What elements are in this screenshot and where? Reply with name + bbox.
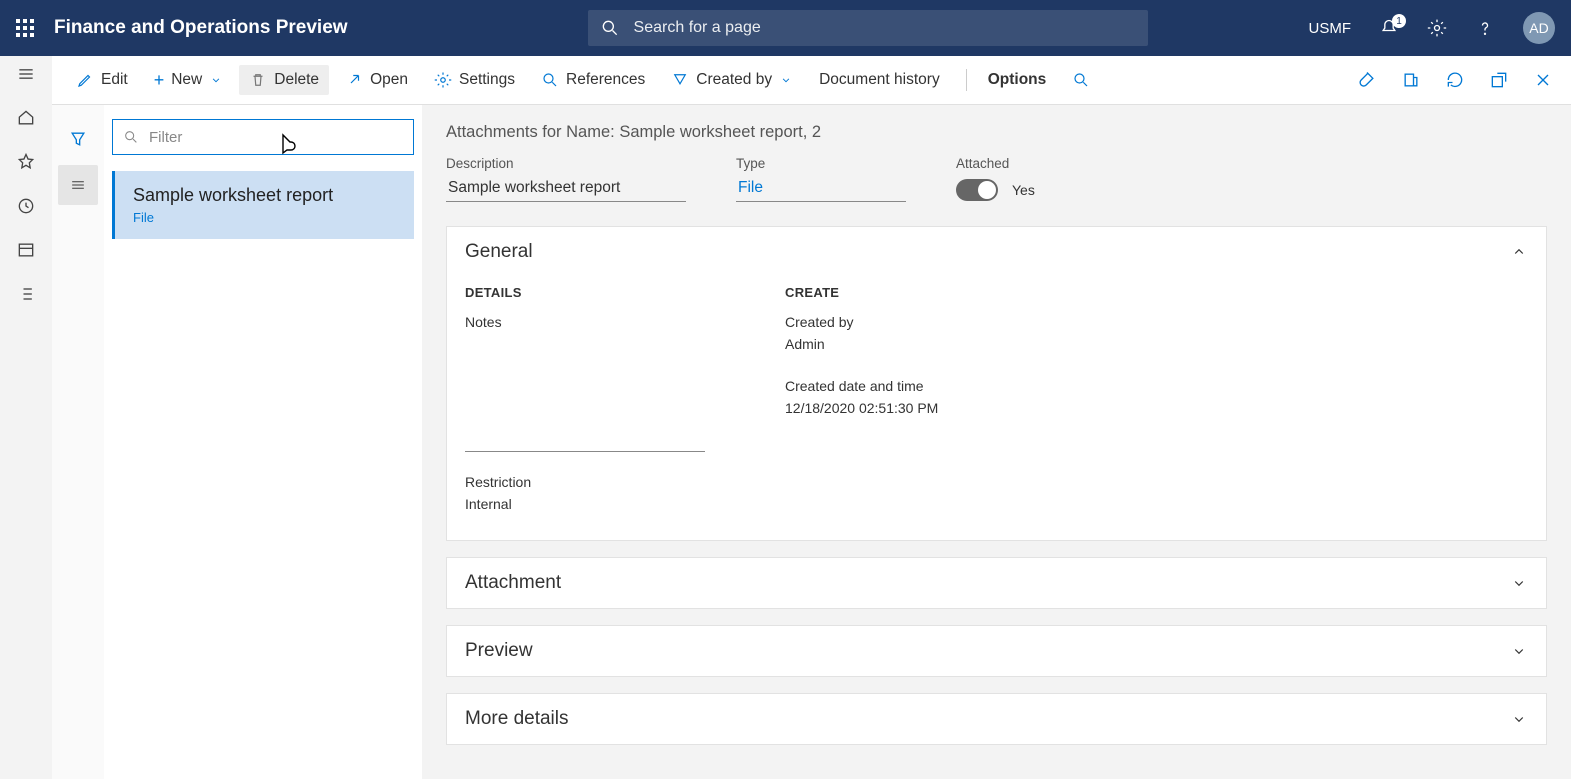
created-by-label: Created by (785, 314, 1015, 330)
action-bar: Edit + New Delete Open Settings Refer (52, 56, 1571, 105)
list-view-button[interactable] (58, 165, 98, 205)
list-filter[interactable] (112, 119, 414, 155)
view-strip (52, 105, 104, 779)
section-more-details-header[interactable]: More details (447, 694, 1546, 744)
notification-badge: 1 (1392, 14, 1406, 28)
section-general-header[interactable]: General (447, 227, 1546, 277)
references-label: References (566, 71, 645, 89)
list-filter-input[interactable] (147, 128, 403, 147)
workspace-icon[interactable] (16, 240, 36, 260)
company-code[interactable]: USMF (1309, 20, 1352, 37)
open-button[interactable]: Open (335, 65, 418, 95)
new-label: New (171, 71, 202, 89)
modules-icon[interactable] (16, 284, 36, 304)
edit-label: Edit (101, 71, 128, 89)
section-more-title: More details (465, 708, 569, 730)
created-dt-label: Created date and time (785, 378, 1015, 394)
attached-label: Attached (956, 156, 1035, 171)
record-list: Sample worksheet report File (104, 105, 422, 779)
filter-view-button[interactable] (58, 119, 98, 159)
section-attachment-title: Attachment (465, 572, 561, 594)
options-button[interactable]: Options (956, 63, 1057, 97)
chevron-up-icon (1510, 243, 1528, 261)
list-item-sub: File (133, 210, 396, 225)
notes-input[interactable] (465, 342, 705, 452)
section-general: General DETAILS Notes Restriction Intern… (446, 226, 1547, 541)
chevron-down-icon (1510, 642, 1528, 660)
doc-history-button[interactable]: Document history (809, 65, 950, 95)
edit-button[interactable]: Edit (66, 65, 138, 95)
refresh-icon[interactable] (1445, 70, 1465, 90)
created-by-value: Admin (785, 336, 1015, 352)
references-button[interactable]: References (531, 65, 655, 95)
gear-icon[interactable] (1427, 18, 1447, 38)
description-value[interactable]: Sample worksheet report (446, 175, 686, 202)
open-new-icon[interactable] (1401, 70, 1421, 90)
notes-label: Notes (465, 314, 705, 330)
find-button[interactable] (1062, 65, 1100, 95)
breadcrumb: Attachments for Name: Sample worksheet r… (446, 123, 1547, 142)
delete-label: Delete (274, 71, 319, 89)
global-search[interactable] (588, 10, 1148, 46)
search-icon (600, 18, 620, 38)
suite-title: Finance and Operations Preview (54, 17, 348, 39)
chevron-down-icon (779, 73, 793, 87)
create-header: CREATE (785, 285, 1015, 300)
attach-icon[interactable] (1357, 70, 1377, 90)
created-by-label: Created by (696, 71, 772, 89)
created-dt-value: 12/18/2020 02:51:30 PM (785, 400, 1015, 416)
description-label: Description (446, 156, 686, 171)
type-label: Type (736, 156, 906, 171)
top-navbar: Finance and Operations Preview USMF 1 AD (0, 0, 1571, 56)
details-header: DETAILS (465, 285, 705, 300)
list-item-title: Sample worksheet report (133, 185, 396, 206)
plus-icon: + (154, 71, 165, 89)
section-preview-header[interactable]: Preview (447, 626, 1546, 676)
open-label: Open (370, 71, 408, 89)
new-button[interactable]: + New (144, 65, 234, 95)
section-general-title: General (465, 241, 533, 263)
search-icon (123, 129, 139, 145)
popout-icon[interactable] (1489, 70, 1509, 90)
nav-rail (0, 56, 52, 779)
detail-panel: Attachments for Name: Sample worksheet r… (422, 105, 1571, 779)
waffle-icon[interactable] (16, 19, 34, 37)
home-icon[interactable] (16, 108, 36, 128)
help-icon[interactable] (1475, 18, 1495, 38)
doc-history-label: Document history (819, 71, 940, 89)
recent-icon[interactable] (16, 196, 36, 216)
star-icon[interactable] (16, 152, 36, 172)
delete-button[interactable]: Delete (239, 65, 329, 95)
section-attachment: Attachment (446, 557, 1547, 609)
attached-toggle[interactable] (956, 179, 998, 201)
settings-label: Settings (459, 71, 515, 89)
settings-button[interactable]: Settings (424, 65, 525, 95)
notifications-icon[interactable]: 1 (1379, 18, 1399, 38)
section-attachment-header[interactable]: Attachment (447, 558, 1546, 608)
chevron-down-icon (1510, 710, 1528, 728)
created-by-button[interactable]: Created by (661, 65, 803, 95)
avatar[interactable]: AD (1523, 12, 1555, 44)
chevron-down-icon (209, 73, 223, 87)
type-value[interactable]: File (736, 175, 906, 202)
hamburger-icon[interactable] (16, 64, 36, 84)
restriction-label: Restriction (465, 474, 705, 490)
section-more-details: More details (446, 693, 1547, 745)
attached-value: Yes (1012, 182, 1035, 198)
global-search-input[interactable] (632, 18, 1136, 38)
list-item[interactable]: Sample worksheet report File (112, 171, 414, 239)
close-icon[interactable] (1533, 70, 1553, 90)
chevron-down-icon (1510, 574, 1528, 592)
section-preview: Preview (446, 625, 1547, 677)
section-preview-title: Preview (465, 640, 533, 662)
restriction-value[interactable]: Internal (465, 496, 705, 512)
options-label: Options (988, 71, 1047, 89)
